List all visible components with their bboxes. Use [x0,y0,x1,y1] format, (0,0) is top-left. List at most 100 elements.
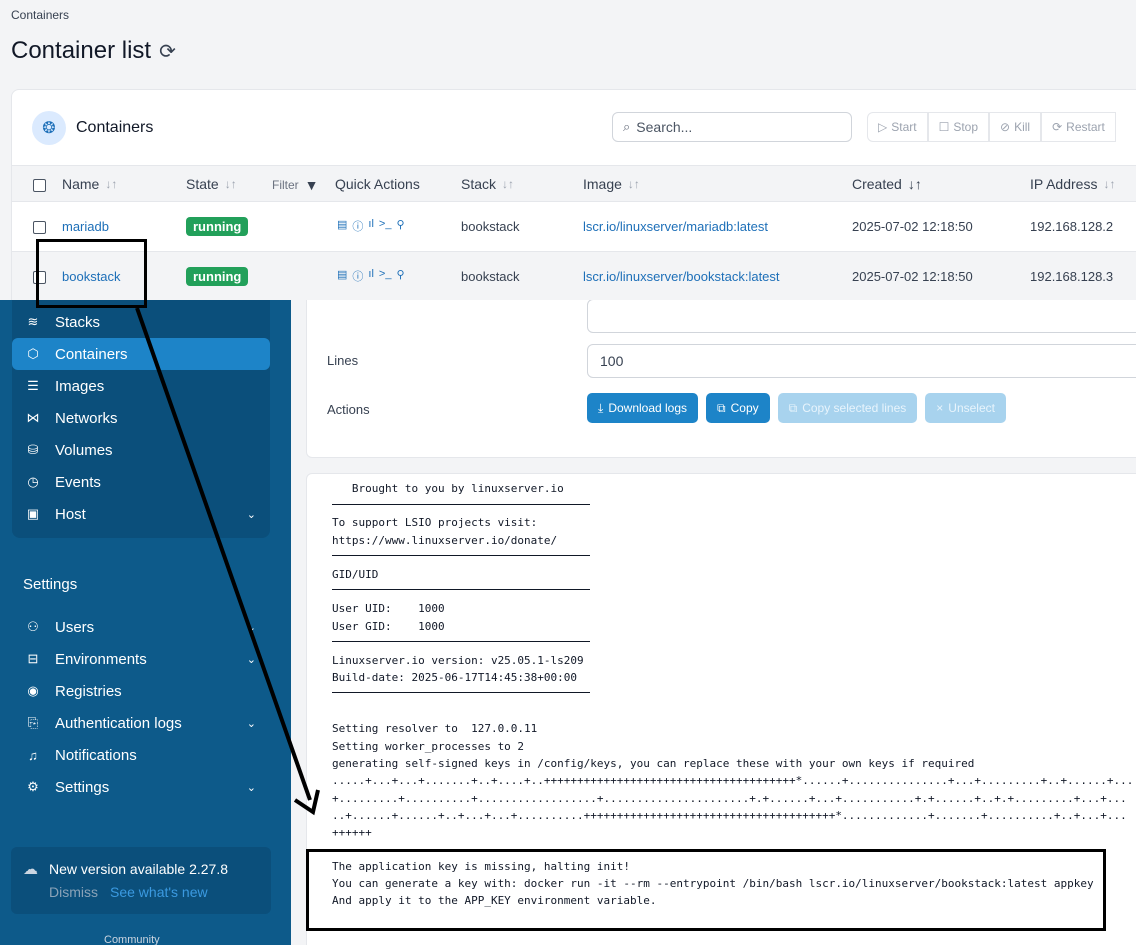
column-state-label: State [186,176,219,192]
quick-actions: ▤ ⓘ ıl >_ ⚲ [337,268,405,284]
column-ip[interactable]: IP Address ↓↑ [1030,176,1115,192]
log-separator [332,692,590,693]
kill-button[interactable]: ⊘ Kill [989,112,1042,142]
sort-desc-icon: ↓↑ [907,176,922,192]
stats-icon[interactable]: ıl [368,218,374,234]
log-settings-card: Lines 100 Actions ⤓ Download logs ⧉ Copy ⧉… [306,300,1136,458]
logs-icon[interactable]: ▤ [337,218,347,234]
attach-icon[interactable]: ⚲ [396,218,404,234]
container-name-link[interactable]: mariadb [62,219,109,234]
copy-selected-lines-button[interactable]: ⧉ Copy selected lines [777,393,918,423]
sidebar-item-events[interactable]: ◷ Events [12,466,270,498]
row-checkbox[interactable] [33,271,46,284]
container-name-link[interactable]: bookstack [62,269,121,284]
chevron-down-icon: ⌄ [246,653,256,666]
cloud-download-icon: ☁ [23,861,38,878]
refresh-icon[interactable]: ⟳ [159,39,176,64]
sidebar-item-images[interactable]: ☰ Images [12,370,270,402]
settings-section-title: Settings [23,576,78,593]
log-output[interactable]: Brought to you by linuxserver.io To supp… [306,473,1136,945]
chevron-down-icon: ⌄ [246,621,256,634]
restart-label: Restart [1066,120,1105,134]
filter-label: Filter [272,178,299,192]
container-logs-view: Lines 100 Actions ⤓ Download logs ⧉ Copy ⧉… [291,300,1136,945]
start-label: Start [891,120,917,134]
close-icon: × [936,401,944,415]
inspect-icon[interactable]: ⓘ [352,218,363,234]
search-input[interactable] [636,119,827,135]
sidebar-item-label: Host [55,505,86,523]
logs-icon[interactable]: ▤ [337,268,347,284]
log-line: To support LSIO projects visit: [332,516,538,529]
auth-logs-icon: ⎘ [27,715,39,730]
stats-icon[interactable]: ıl [368,268,374,284]
ban-icon: ⊘ [1000,120,1011,134]
column-stack[interactable]: Stack ↓↑ [461,176,514,192]
created-cell: 2025-07-02 12:18:50 [852,269,973,284]
sidebar-item-label: Authentication logs [55,714,182,732]
log-line: You can generate a key with: docker run … [332,877,1094,890]
log-line: User GID: 1000 [332,620,445,633]
sidebar-item-users[interactable]: ⚇ Users ⌄ [12,611,270,643]
sidebar-item-notifications[interactable]: ♫ Notifications [12,739,270,771]
bell-icon: ♫ [28,747,38,763]
image-link[interactable]: lscr.io/linuxserver/bookstack:latest [583,269,780,284]
console-icon[interactable]: >_ [379,268,392,284]
log-line: https://www.linuxserver.io/donate/ [332,534,558,547]
state-filter[interactable]: Filter ▼ [272,177,319,193]
sidebar-item-label: Settings [55,778,110,796]
sidebar-item-label: Images [55,377,105,395]
page-title-text: Container list [11,37,152,64]
sidebar-item-settings[interactable]: ⚙ Settings ⌄ [12,771,270,803]
inspect-icon[interactable]: ⓘ [352,268,363,284]
log-line: Setting worker_processes to 2 [332,740,525,753]
column-image[interactable]: Image ↓↑ [583,176,640,192]
sidebar-item-stacks[interactable]: ≋ Stacks [12,306,270,338]
sidebar-item-host[interactable]: ▣ Host ⌄ [12,498,270,530]
column-name-label: Name [62,176,100,192]
sidebar-item-label: Volumes [55,441,113,459]
copy-button[interactable]: ⧉ Copy [706,393,770,423]
sidebar-item-label: Stacks [55,313,101,331]
row-checkbox[interactable] [33,221,46,234]
host-icon: ▣ [26,506,40,521]
column-name[interactable]: Name ↓↑ [62,176,117,192]
download-logs-button[interactable]: ⤓ Download logs [587,393,699,423]
dismiss-link[interactable]: Dismiss [49,884,98,900]
start-button[interactable]: ▷ Start [867,112,928,142]
sidebar-item-containers[interactable]: ⬡ Containers [12,338,270,370]
created-cell: 2025-07-02 12:18:50 [852,219,973,234]
download-icon: ⤓ [598,400,604,415]
search-box[interactable]: ⌕ [612,112,852,142]
sort-icon: ↓↑ [105,177,118,191]
stop-button[interactable]: ☐ Stop [927,112,990,142]
log-line: And apply it to the APP_KEY environment … [332,894,657,907]
sidebar-item-authentication-logs[interactable]: ⎘ Authentication logs ⌄ [12,707,270,739]
console-icon[interactable]: >_ [379,218,392,234]
sort-icon: ↓↑ [627,177,640,191]
download-logs-label: Download logs [608,401,688,415]
image-link[interactable]: lscr.io/linuxserver/mariadb:latest [583,219,768,234]
container-list-view: Containers Container list ⟳ ❂ Containers… [0,0,1136,300]
attach-icon[interactable]: ⚲ [396,268,404,284]
whats-new-link[interactable]: See what's new [110,884,208,900]
restart-button[interactable]: ⟳ Restart [1041,112,1116,142]
column-created[interactable]: Created ↓↑ [852,176,922,192]
column-state[interactable]: State ↓↑ [186,176,237,192]
log-line: ++++++ [332,826,372,839]
breadcrumb[interactable]: Containers [11,8,69,22]
previous-field-input[interactable] [587,300,1136,333]
log-line: GID/UID [332,568,379,581]
sidebar-item-volumes[interactable]: ⛁ Volumes [12,434,270,466]
copy-icon: ⧉ [717,400,726,415]
log-separator [332,641,590,642]
select-all-checkbox[interactable] [33,179,46,192]
column-ip-label: IP Address [1030,176,1098,192]
lines-input[interactable]: 100 [587,344,1136,378]
unselect-button[interactable]: × Unselect [925,393,1006,423]
sidebar-item-networks[interactable]: ⋈ Networks [12,402,270,434]
table-row: bookstack running ▤ ⓘ ıl >_ ⚲ bookstack lscr… [12,252,1136,300]
sidebar-item-environments[interactable]: ⊟ Environments ⌄ [12,643,270,675]
sidebar-item-registries[interactable]: ◉ Registries [12,675,270,707]
sidebar-item-label: Environments [55,650,147,668]
